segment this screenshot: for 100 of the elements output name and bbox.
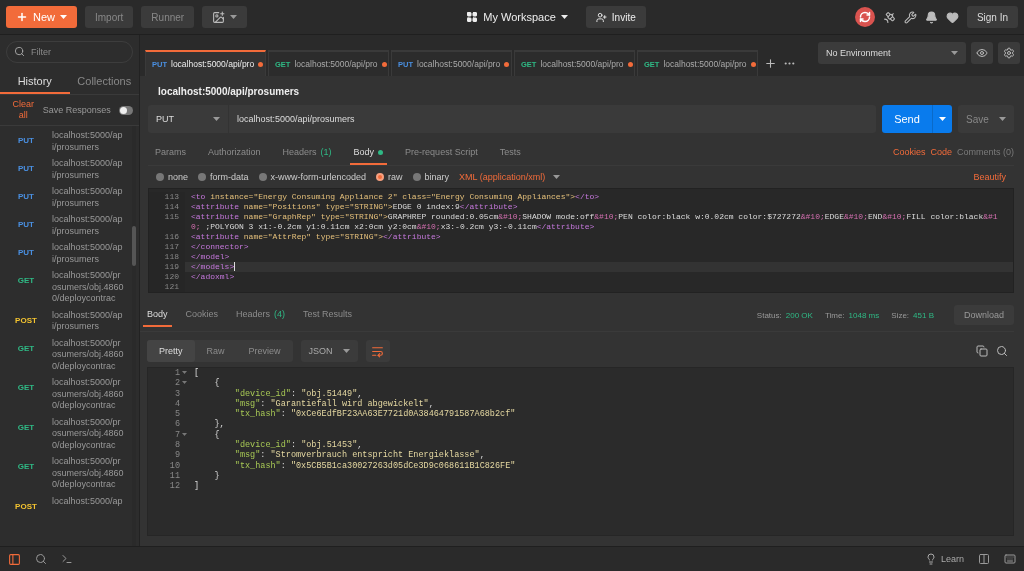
caret-icon: [560, 15, 568, 19]
history-item[interactable]: PUT localhost:5000/api/prosumers: [0, 128, 129, 156]
beautify-link[interactable]: Beautify: [973, 172, 1006, 182]
two-pane-icon[interactable]: [978, 553, 990, 565]
code-line: </connector>: [190, 242, 250, 252]
request-section-tab[interactable]: Tests: [495, 147, 525, 165]
code-line: [: [193, 368, 200, 379]
request-section-tab[interactable]: Headers (1): [278, 147, 336, 165]
history-item[interactable]: PUT localhost:5000/api/prosumers: [0, 240, 129, 268]
body-mode-radio[interactable]: raw: [376, 172, 403, 182]
history-item[interactable]: GET localhost:5000/prosumers/obj.48600/deploycontrac: [0, 335, 129, 375]
history-item[interactable]: POST localhost:5000/ap: [0, 493, 129, 514]
heart-icon[interactable]: [945, 10, 959, 24]
code-line: </models>: [190, 262, 237, 272]
new-button[interactable]: New: [6, 6, 77, 28]
history-item[interactable]: PUT localhost:5000/api/prosumers: [0, 212, 129, 240]
stat-label: Time:: [824, 310, 845, 320]
link[interactable]: Code: [930, 147, 952, 165]
console-icon[interactable]: [61, 553, 73, 565]
wrap-button[interactable]: [365, 340, 390, 362]
caret-icon: [60, 15, 67, 19]
caret-icon: [230, 15, 238, 19]
code-line: "device_id": "obj.51453",: [233, 440, 363, 451]
response-tab[interactable]: Cookies: [181, 309, 223, 327]
request-section-tab[interactable]: Authorization: [204, 147, 265, 165]
format-dropdown[interactable]: JSON: [300, 340, 358, 362]
download-button[interactable]: Download: [953, 305, 1014, 325]
body-type-dropdown[interactable]: XML (application/xml): [459, 172, 561, 182]
import-button[interactable]: Import: [85, 6, 134, 28]
body-mode-radio[interactable]: form-data: [198, 172, 249, 182]
fold-icon[interactable]: [182, 381, 187, 385]
request-title: localhost:5000/api/prosumers: [157, 85, 301, 99]
code-line: ]: [193, 481, 200, 492]
caret-icon: [342, 349, 350, 353]
caret-icon: [939, 117, 946, 121]
history-item[interactable]: POST localhost:5000/api/prosumers: [0, 307, 129, 336]
body-mode-radio[interactable]: binary: [412, 172, 450, 182]
stat-value: 200 OK: [785, 310, 813, 320]
new-tab-icon[interactable]: [764, 56, 777, 70]
method-dropdown[interactable]: PUT: [148, 105, 228, 133]
send-button[interactable]: Send: [882, 105, 952, 133]
learn-button[interactable]: Learn: [924, 553, 964, 565]
history-item[interactable]: GET localhost:5000/prosumers/obj.48600/deploycontrac: [0, 414, 129, 454]
request-section-tab[interactable]: Params: [151, 147, 190, 165]
fold-icon[interactable]: [182, 371, 187, 374]
view-tab[interactable]: Raw: [194, 340, 237, 362]
line-number: 6: [173, 419, 181, 430]
view-tab[interactable]: Pretty: [147, 340, 195, 362]
code-line: <attribute name="AttrRep" type="STRING"></attribute>: [190, 232, 442, 242]
code-line: "msg": "Garantiefall wird abgewickelt",: [233, 398, 434, 409]
request-section-tab[interactable]: Pre-request Script: [401, 147, 482, 165]
request-section-tab[interactable]: Body: [349, 147, 388, 165]
sync-icon[interactable]: [854, 7, 875, 27]
line-number: 4: [173, 398, 181, 410]
response-tab[interactable]: Body: [143, 309, 172, 327]
sidebar-toggle-icon[interactable]: [8, 552, 21, 566]
save-responses-toggle[interactable]: [118, 105, 133, 115]
code-line: </model>: [190, 252, 231, 262]
environment-dropdown[interactable]: No Environment: [818, 42, 966, 64]
wrap-icon: [371, 344, 385, 358]
view-tab[interactable]: Preview: [236, 340, 293, 362]
settings-button[interactable]: [998, 42, 1020, 64]
caret-icon: [999, 117, 1006, 121]
history-item[interactable]: GET localhost:5000/prosumers/obj.48600/deploycontrac: [0, 375, 129, 415]
response-tab[interactable]: Headers (4): [232, 309, 290, 327]
workspace-dropdown[interactable]: My Workspace: [456, 6, 578, 28]
clear-all-link[interactable]: Clear all: [12, 99, 35, 121]
history-item[interactable]: GET localhost:5000/prosumers/obj.48600/deploycontrac: [0, 268, 129, 308]
caret-icon: [213, 117, 220, 121]
filter-field[interactable]: Filter: [6, 41, 133, 63]
grid-icon: [466, 11, 479, 23]
code-line: <attribute name="Positions" type="STRING">EDGE 0 index:9</attribute>: [190, 202, 519, 212]
sign-in-button[interactable]: Sign In: [966, 6, 1018, 28]
url-field[interactable]: localhost:5000/api/prosumers: [229, 105, 876, 133]
code-line: <to instance="Energy Consuming Appliance 2" class="Energy Consuming Appliances"></to>: [190, 192, 601, 202]
search-icon[interactable]: [35, 553, 47, 565]
body-mode-radio[interactable]: x-www-form-urlencoded: [258, 172, 367, 182]
history-item[interactable]: PUT localhost:5000/api/prosumers: [0, 184, 129, 212]
history-item[interactable]: GET localhost:5000/prosumers/obj.48600/deploycontrac: [0, 454, 129, 494]
bell-icon[interactable]: [924, 10, 938, 24]
eye-button[interactable]: [971, 42, 993, 64]
body-mode-radio[interactable]: none: [156, 172, 189, 182]
response-tab[interactable]: Test Results: [299, 309, 357, 327]
history-item[interactable]: PUT localhost:5000/api/prosumers: [0, 156, 129, 184]
line-number: 9: [173, 450, 181, 461]
code-line: {: [213, 429, 220, 441]
search-icon[interactable]: [996, 345, 1008, 357]
sidebar-tab[interactable]: Collections: [69, 69, 139, 94]
copy-icon[interactable]: [976, 345, 988, 357]
invite-button[interactable]: Invite: [585, 6, 646, 28]
stat-label: Status:: [756, 310, 782, 320]
link[interactable]: Cookies: [892, 147, 926, 165]
sidebar-tab[interactable]: History: [0, 69, 70, 94]
fold-icon[interactable]: [182, 432, 187, 436]
satellite-icon[interactable]: [882, 10, 896, 24]
save-button[interactable]: Save: [958, 105, 1014, 133]
line-number: 2: [173, 378, 181, 389]
line-number: 10: [168, 460, 181, 471]
runner-button[interactable]: Runner: [141, 6, 195, 28]
new-window-button[interactable]: [202, 6, 248, 28]
